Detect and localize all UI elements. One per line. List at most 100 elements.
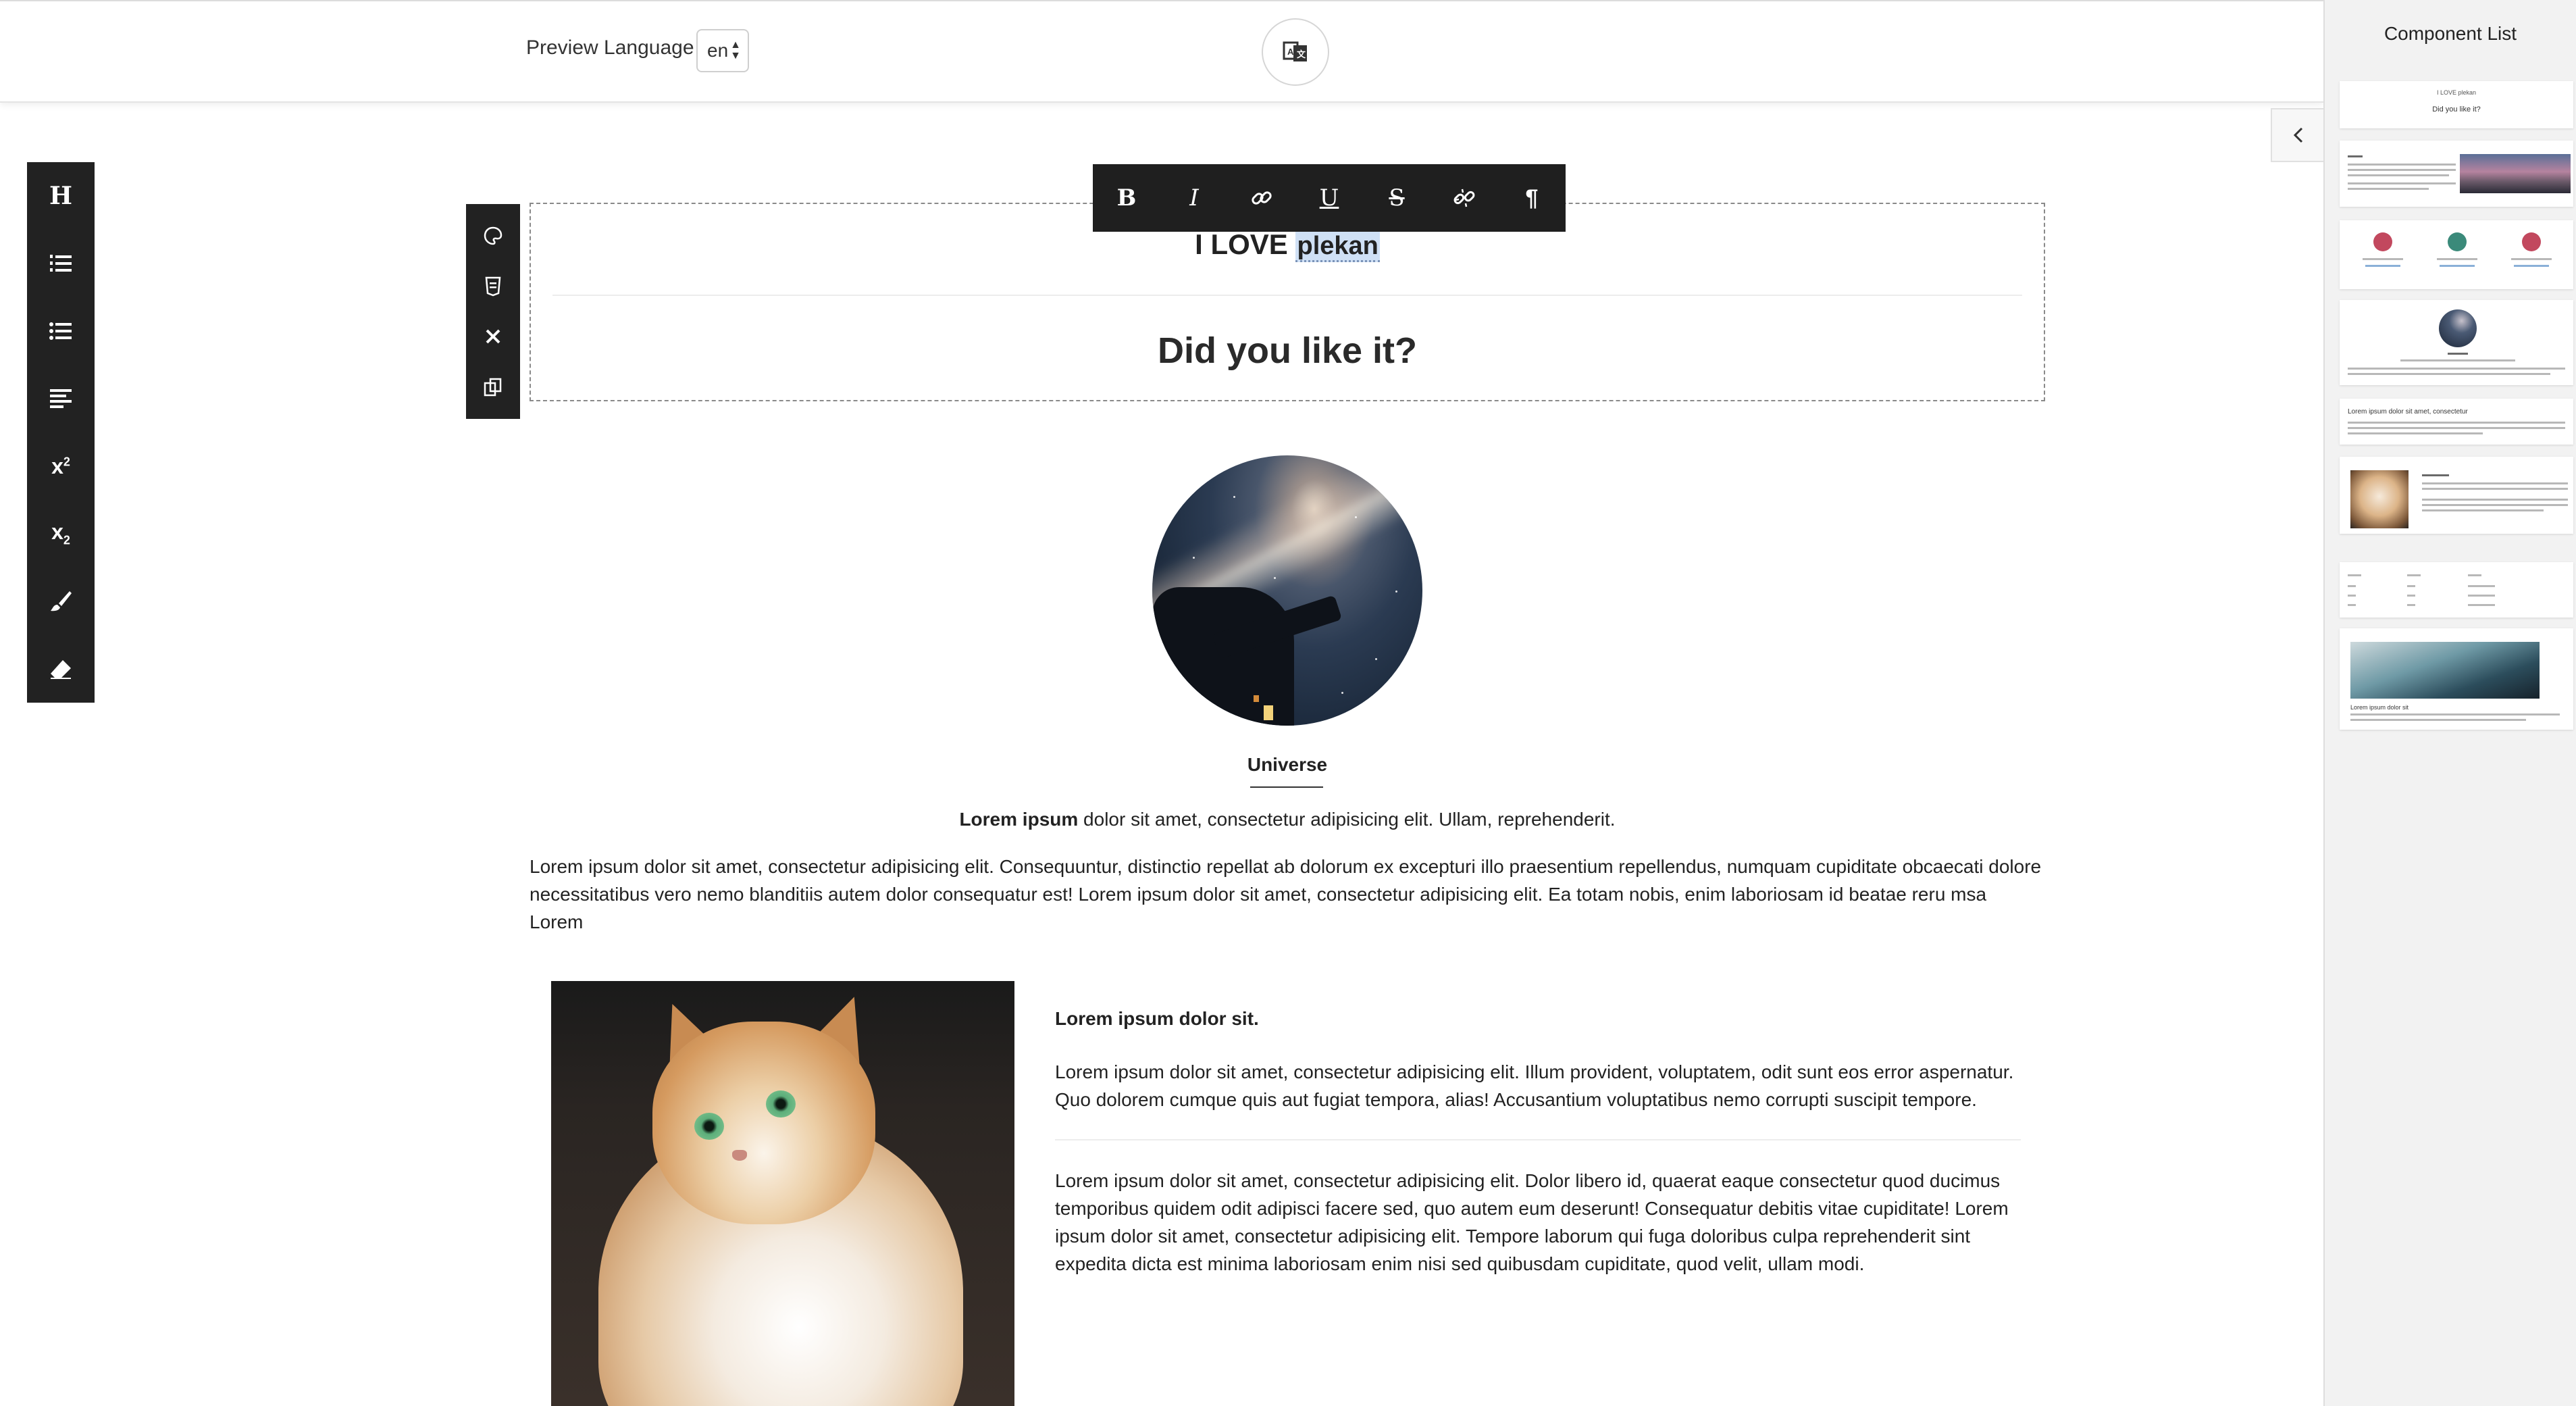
thumb-avatar [2448,232,2467,251]
chevron-left-icon [2293,127,2303,143]
component-thumb-universe[interactable] [2340,300,2573,385]
thumb-line [2468,585,2495,587]
heading-love[interactable]: I LOVE plekan [531,228,2044,262]
component-thumb-text[interactable]: Lorem ipsum dolor sit amet, consectetur [2340,399,2573,445]
unordered-list-button[interactable] [27,297,95,365]
left-toolbar: H x2 x2 [27,162,95,703]
edit-html-button[interactable] [473,266,513,307]
thumb-line [2422,509,2544,511]
language-select[interactable]: en ▲ ▼ [696,29,749,72]
cat-head [652,1022,875,1224]
italic-button[interactable]: I [1160,164,1228,232]
paragraph-button[interactable]: ¶ [1498,164,1566,232]
select-arrows-icon: ▲ ▼ [730,39,741,61]
star [1274,577,1276,579]
component-thumb-table[interactable] [2340,562,2573,618]
thumb-mountain-image [2460,154,2571,193]
thumb-line [2407,574,2421,576]
window-light [1264,705,1273,720]
thumb-line [2422,488,2568,490]
thumb-title-text: Lorem ipsum dolor sit [2350,704,2409,711]
thumb-line [2348,182,2456,184]
thumb-line [2348,174,2449,176]
heading-button[interactable]: H [27,162,95,230]
thumb-line [2348,188,2429,190]
component-list-title: Component List [2384,23,2517,44]
html5-icon [485,276,501,297]
heading-icon: H [49,182,72,210]
ordered-list-icon [50,255,72,272]
heading-block[interactable]: I LOVE plekan Did you like it? [530,203,2045,401]
component-thumb-banner[interactable]: Lorem ipsum dolor sit [2340,628,2573,730]
cat-image [551,981,1014,1406]
svg-text:A: A [1287,47,1294,57]
thumb-line [2348,422,2565,424]
thumb-title-text: Lorem ipsum dolor sit amet, consectetur [2348,408,2468,416]
duplicate-block-button[interactable] [473,367,513,407]
close-icon [486,329,500,344]
ordered-list-button[interactable] [27,230,95,297]
palette-icon [484,226,503,245]
thumb-line [2348,595,2356,597]
link-button[interactable] [1228,164,1295,232]
preview-language-label: Preview Language [526,36,694,59]
thumb-line [2437,258,2477,260]
superscript-icon: x2 [51,453,70,478]
bold-button[interactable]: B [1093,164,1160,232]
top-bar: Preview Language en ▲ ▼ A 文 [0,0,2323,103]
component-thumb-text-image[interactable] [2340,141,2573,207]
thumb-small-text: I LOVE plekan [2436,89,2477,96]
thumb-line [2514,265,2549,267]
remove-block-button[interactable] [473,316,513,357]
universe-paragraph[interactable]: Lorem ipsum dolor sit amet, consectetur … [530,853,2045,936]
brush-button[interactable] [27,568,95,635]
cat-block-divider [1055,1139,2021,1140]
align-left-icon [50,389,72,408]
universe-caption[interactable]: Universe [1148,754,1426,776]
subscript-icon: x2 [51,520,70,547]
unlink-button[interactable] [1431,164,1498,232]
thumb-title-text: Did you like it? [2432,105,2481,114]
cat-eye [694,1113,724,1140]
thumb-line [2422,482,2568,484]
thumb-line [2407,585,2415,587]
thumb-line [2348,373,2550,375]
underline-icon: U [1319,184,1339,211]
thumb-line [2400,359,2515,361]
thumb-line [2440,265,2475,267]
component-thumb-team[interactable] [2340,220,2573,289]
star [1193,557,1195,559]
star [1355,516,1357,518]
thumb-line [2407,604,2415,606]
strikethrough-button[interactable]: S [1363,164,1431,232]
block-settings-button[interactable] [473,216,513,256]
superscript-button[interactable]: x2 [27,432,95,500]
copy-icon [484,378,502,396]
cat-block-paragraph-2[interactable]: Lorem ipsum dolor sit amet, consectetur … [1055,1167,2028,1278]
subscript-button[interactable]: x2 [27,500,95,568]
component-thumb-cat[interactable] [2340,457,2573,534]
translate-button[interactable]: A 文 [1262,18,1329,86]
window-light [1254,695,1259,702]
component-thumb-heading[interactable]: I LOVE plekan Did you like it? [2340,81,2573,128]
cat-eye [766,1090,796,1118]
thumb-banner-image [2350,642,2540,699]
thumb-line [2511,258,2552,260]
component-list-panel: Component List I LOVE plekan Did you lik… [2323,0,2576,1406]
link-icon [1252,191,1272,205]
star [1341,692,1343,694]
lead-text[interactable]: Lorem ipsum dolor sit amet, consectetur … [530,809,2045,830]
cat-block-paragraph-1[interactable]: Lorem ipsum dolor sit amet, consectetur … [1055,1058,2028,1113]
heading-did-you-like[interactable]: Did you like it? [531,330,2044,372]
thumb-cat-image [2350,470,2408,528]
italic-icon: I [1189,184,1199,211]
star [1395,591,1397,593]
underline-button[interactable]: U [1295,164,1363,232]
eraser-button[interactable] [27,635,95,703]
cat-block-title[interactable]: Lorem ipsum dolor sit. [1055,1008,1259,1030]
cat-nose [732,1150,747,1161]
selected-text[interactable]: plekan [1295,232,1380,262]
collapse-panel-button[interactable] [2271,108,2325,162]
heading-love-text: I LOVE [1195,228,1288,260]
align-button[interactable] [27,365,95,432]
